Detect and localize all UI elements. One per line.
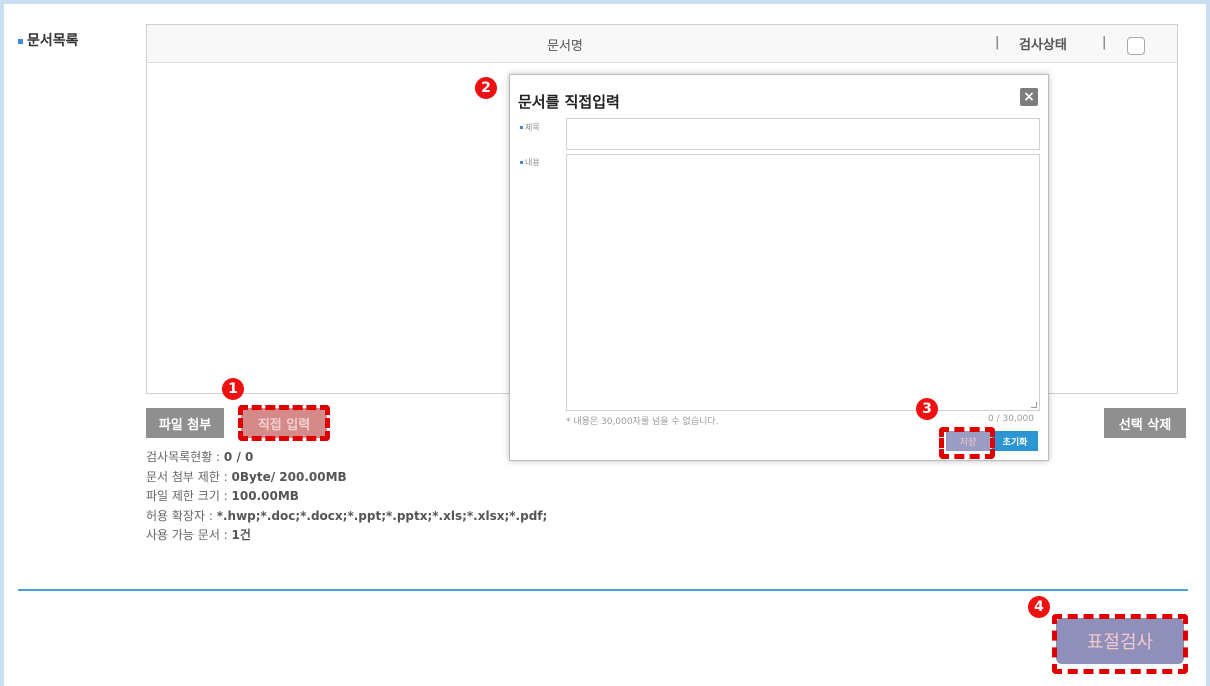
attach-limit: 문서 첨부 제한 : 0Byte/ 200.00MB — [146, 469, 347, 484]
direct-input-dialog: 문서를 직접입력 × 제목 내용 * 내용은 30,000자를 넘을 수 없습니… — [509, 74, 1049, 461]
bullet-icon — [520, 126, 523, 129]
column-header-document-name: 문서명 — [547, 39, 583, 54]
content-field-label: 내용 — [520, 157, 540, 168]
annotation-badge-3: 3 — [916, 398, 938, 420]
plagiarism-check-button[interactable]: 표절검사 — [1056, 618, 1184, 664]
column-separator: | — [1102, 35, 1107, 50]
annotation-badge-2: 2 — [475, 77, 497, 99]
list-status: 검사목록현황 : 0 / 0 — [146, 450, 254, 464]
content-textarea[interactable] — [566, 154, 1040, 411]
attach-file-button[interactable]: 파일 첨부 — [146, 408, 224, 438]
bullet-icon — [18, 38, 23, 44]
upload-info: 검사목록현황 : 0 / 0 문서 첨부 제한 : 0Byte/ 200.00M… — [146, 448, 547, 546]
delete-selected-button[interactable]: 선택 삭제 — [1104, 408, 1186, 438]
section-divider — [18, 589, 1188, 591]
annotation-badge-1: 1 — [222, 378, 244, 400]
close-icon[interactable]: × — [1020, 88, 1038, 106]
document-list-header: 문서명 | 검사상태 | — [147, 25, 1177, 63]
column-separator: | — [995, 35, 1000, 50]
character-counter: 0 / 30,000 — [988, 414, 1034, 424]
annotation-badge-4: 4 — [1028, 596, 1050, 618]
file-size-limit: 파일 제한 크기 : 100.00MB — [146, 489, 299, 503]
column-header-status: 검사상태 — [1019, 38, 1067, 53]
title-input[interactable] — [566, 118, 1040, 150]
reset-button[interactable]: 초기화 — [992, 431, 1038, 451]
bullet-icon — [520, 161, 523, 164]
save-button[interactable]: 저장 — [946, 431, 990, 451]
available-documents: 사용 가능 문서 : 1건 — [146, 528, 251, 542]
select-all-checkbox[interactable] — [1127, 37, 1145, 55]
section-label: 문서목록 — [18, 30, 79, 50]
content-limit-hint: * 내용은 30,000자를 넘을 수 없습니다. — [566, 417, 719, 427]
dialog-title: 문서를 직접입력 — [518, 93, 620, 111]
direct-input-button[interactable]: 직접 입력 — [241, 408, 327, 438]
title-field-label: 제목 — [520, 122, 540, 133]
allowed-extensions: 허용 확장자 : *.hwp;*.doc;*.docx;*.ppt;*.pptx… — [146, 508, 548, 523]
resize-handle-icon[interactable] — [1031, 402, 1037, 408]
